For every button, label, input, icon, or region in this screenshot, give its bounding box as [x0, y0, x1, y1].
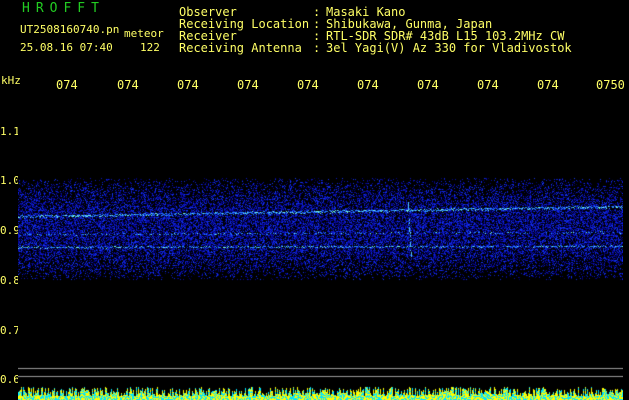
antenna-value: 3el Yagi(V) Az 330 for Vladivostok	[326, 41, 572, 55]
x-tick-5: 074	[297, 79, 319, 91]
y-tick-0-8: 0.8	[0, 274, 20, 287]
antenna-label: Receiving Antenna	[179, 41, 302, 55]
date-time: 25.08.16 07:40	[20, 41, 113, 54]
y-tick-0-6: 0.6	[0, 373, 20, 386]
y-tick-1-1: 1.1	[0, 125, 20, 138]
x-tick-10: 0750	[596, 79, 625, 91]
x-tick-1: 074	[56, 79, 78, 91]
y-tick-0-9: 0.9	[0, 224, 20, 237]
x-tick-6: 074	[357, 79, 379, 91]
x-tick-7: 074	[417, 79, 439, 91]
x-tick-3: 074	[177, 79, 199, 91]
file-name: UT2508160740.pn	[20, 23, 120, 36]
spectrogram-display	[18, 98, 623, 400]
spectrogram-canvas	[18, 98, 623, 400]
app-title: HROFFT	[22, 1, 105, 16]
x-tick-2: 074	[117, 79, 139, 91]
x-tick-9: 074	[537, 79, 559, 91]
antenna-separator: :	[313, 41, 321, 55]
y-axis-unit: kHz	[1, 74, 21, 87]
count-value: 122	[140, 41, 160, 54]
x-tick-4: 074	[237, 79, 259, 91]
x-tick-8: 074	[477, 79, 499, 91]
y-tick-0-7: 0.7	[0, 324, 20, 337]
mode-label: meteor	[124, 27, 164, 40]
y-tick-1-0: 1.0	[0, 174, 20, 187]
